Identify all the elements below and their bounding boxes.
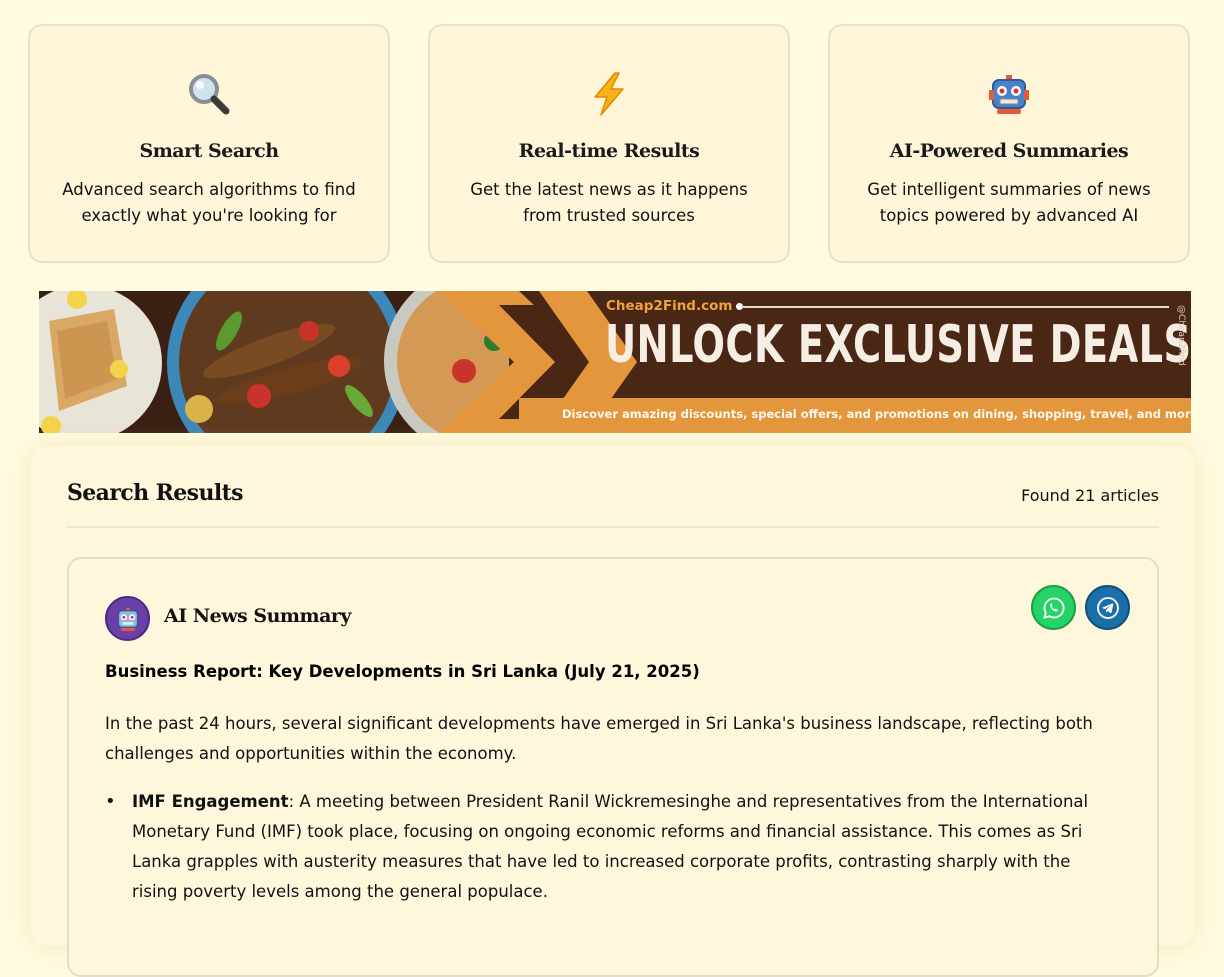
whatsapp-icon [1042, 597, 1064, 619]
results-count: Found 21 articles [1021, 486, 1159, 505]
bullet-label: IMF Engagement [132, 792, 289, 811]
share-whatsapp-button[interactable] [1031, 585, 1076, 630]
banner-handle: @Cheap2find [1176, 305, 1186, 366]
banner-headline: UNLOCK EXCLUSIVE DEALS [605, 315, 1191, 375]
share-telegram-button[interactable] [1085, 585, 1130, 630]
results-divider [67, 526, 1159, 528]
magnifier-icon [30, 70, 388, 118]
feature-description: Get the latest news as it happens from t… [470, 180, 748, 225]
ai-summary-title: AI News Summary [164, 605, 351, 627]
feature-cards: Smart Search Advanced search algorithms … [28, 24, 1192, 265]
feature-description: Get intelligent summaries of news topics… [867, 180, 1151, 225]
report-title: Business Report: Key Developments in Sri… [105, 662, 700, 681]
feature-card-smart-search: Smart Search Advanced search algorithms … [28, 24, 390, 263]
banner-rule [741, 306, 1169, 308]
ai-summary-card: AI News Summary Business Report: Key Dev… [67, 557, 1159, 977]
summary-intro: In the past 24 hours, several significan… [105, 714, 1093, 763]
banner-site-name: Cheap2Find.com [606, 298, 733, 314]
ai-robot-avatar-icon [105, 596, 150, 641]
feature-title: Smart Search [139, 140, 279, 162]
search-results-panel: Search Results Found 21 articles AI News… [31, 446, 1195, 977]
lightning-icon [430, 70, 788, 118]
feature-description: Advanced search algorithms to find exact… [62, 180, 356, 225]
feature-card-ai-summaries: AI-Powered Summaries Get intelligent sum… [828, 24, 1190, 263]
banner-subtext: Discover amazing discounts, special offe… [562, 407, 1191, 421]
robot-icon [830, 70, 1188, 118]
telegram-icon [1096, 596, 1119, 619]
deals-ad-banner[interactable]: Cheap2Find.com UNLOCK EXCLUSIVE DEALS @C… [39, 291, 1191, 433]
list-item: IMF Engagement: A meeting between Presid… [105, 787, 1107, 907]
summary-bullet-list: IMF Engagement: A meeting between Presid… [105, 787, 1107, 907]
feature-title: Real-time Results [518, 140, 700, 162]
feature-card-realtime: Real-time Results Get the latest news as… [428, 24, 790, 263]
results-title: Search Results [67, 480, 244, 506]
feature-title: AI-Powered Summaries [889, 140, 1129, 162]
